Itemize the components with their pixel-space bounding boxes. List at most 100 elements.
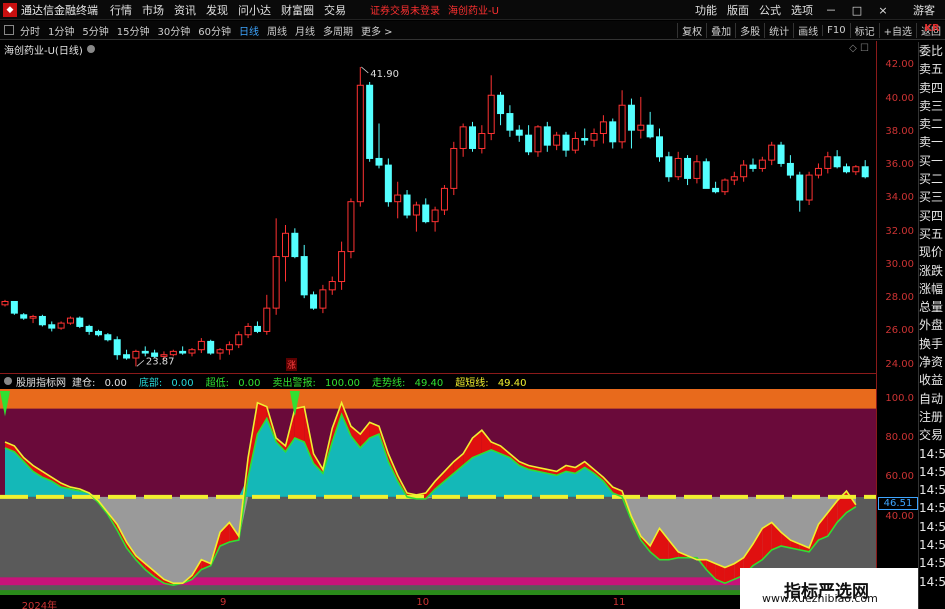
candle-body	[515, 129, 523, 136]
candle-body	[272, 256, 280, 309]
candle-body	[684, 157, 692, 179]
candle-body	[76, 317, 84, 327]
indicator-tick: 40.00	[885, 510, 914, 522]
menu-item-wealth[interactable]: 财富圈	[281, 2, 314, 18]
period-daily[interactable]: 日线	[239, 23, 259, 38]
side-panel-item: 卖一	[919, 135, 944, 150]
menu-item-layout[interactable]: 版面	[727, 2, 749, 18]
candle-body	[656, 136, 663, 158]
app-title: 通达信金融终端	[21, 3, 98, 17]
indicator-header: 股朋指标网 建仓: 0.00 底部: 0.00 超低: 0.00 卖出警报: 1…	[0, 373, 876, 389]
candle-body	[740, 164, 748, 178]
candle-body	[824, 156, 832, 169]
candle-body	[338, 251, 346, 283]
price-scale: 42.00 40.00 38.00 36.00 34.00 32.00 30.0…	[876, 41, 918, 609]
candle-body	[459, 126, 467, 149]
candle-body	[525, 134, 533, 153]
candle-body	[450, 147, 458, 189]
candle-body	[543, 126, 551, 146]
candle-body	[66, 317, 74, 324]
menu-item-quotes[interactable]: 行情	[110, 2, 132, 18]
menu-item-news[interactable]: 资讯	[174, 2, 196, 18]
tool-overlay[interactable]: 叠加	[706, 23, 735, 38]
price-tick: 32.00	[885, 225, 914, 237]
period-weekly[interactable]: 周线	[267, 23, 287, 38]
candle-body	[730, 176, 738, 181]
period-intraday[interactable]: 分时	[20, 23, 40, 38]
side-panel-item: 委比	[919, 44, 944, 58]
candle-body	[571, 137, 579, 151]
candle-body	[328, 281, 336, 291]
candle-body	[712, 187, 720, 193]
tool-multi-stock[interactable]: 多股	[735, 23, 764, 38]
indicator-name[interactable]: 股朋指标网	[16, 374, 66, 389]
side-panel-item: 14:56	[919, 501, 945, 516]
menu-item-function[interactable]: 功能	[695, 2, 717, 18]
period-toolbar: 分时 1分钟 5分钟 15分钟 30分钟 60分钟 日线 周线 月线 多周期 更…	[0, 21, 945, 40]
stock-dropdown-icon[interactable]	[86, 45, 95, 53]
candle-body	[291, 232, 299, 258]
price-tick: 38.00	[885, 125, 914, 137]
period-monthly[interactable]: 月线	[295, 23, 315, 38]
tool-stats[interactable]: 统计	[764, 23, 793, 38]
candle-body	[646, 124, 654, 138]
tool-add-watchlist[interactable]: +自选	[878, 23, 916, 38]
candle-body	[300, 256, 308, 296]
date-label: 10	[416, 597, 430, 608]
panel-toggle-icon[interactable]	[4, 25, 14, 35]
candle-body	[599, 121, 607, 135]
menu-item-ask[interactable]: 问小达	[238, 2, 271, 18]
price-tick: 26.00	[885, 325, 914, 337]
period-1min[interactable]: 1分钟	[48, 23, 74, 38]
close-button[interactable]: ×	[875, 4, 891, 17]
candle-body	[749, 164, 757, 169]
side-panel-item: 涨幅	[919, 281, 944, 296]
guest-login[interactable]: 游客	[913, 2, 935, 18]
period-15min[interactable]: 15分钟	[117, 23, 150, 38]
candle-body	[637, 124, 645, 131]
candle-body	[534, 126, 542, 153]
watermark-url: www.xuezhibiao.com	[762, 592, 878, 605]
side-panel-item: 买二	[919, 172, 944, 187]
minimize-button[interactable]: －	[823, 2, 839, 18]
candle-body	[796, 174, 804, 201]
maximize-button[interactable]: □	[849, 4, 865, 17]
candle-body	[693, 161, 701, 179]
period-30min[interactable]: 30分钟	[157, 23, 190, 38]
side-panel-item: 14:56	[919, 556, 945, 571]
period-60min[interactable]: 60分钟	[198, 23, 231, 38]
side-panel-item: 卖四	[919, 80, 944, 95]
period-5min[interactable]: 5分钟	[82, 23, 108, 38]
candle-body	[843, 166, 850, 173]
indicator-tick: 100.0	[885, 392, 914, 404]
tool-f10[interactable]: F10	[822, 25, 849, 36]
indicator-field-short: 超短线: 49.40	[455, 377, 527, 389]
candle-body	[141, 350, 149, 354]
indicator-field-sell-alert: 卖出警报: 100.00	[272, 377, 361, 389]
candle-body	[169, 350, 177, 356]
indicator-chart[interactable]	[0, 389, 876, 595]
menu-item-market[interactable]: 市场	[142, 2, 164, 18]
indicator-dropdown-icon[interactable]	[4, 377, 12, 385]
side-panel-item: 买四	[919, 208, 944, 223]
candle-body	[20, 314, 28, 319]
menu-item-options[interactable]: 选项	[791, 2, 813, 18]
period-more[interactable]: 更多 >	[361, 23, 393, 38]
tool-draw[interactable]: 画线	[793, 23, 822, 38]
tool-mark[interactable]: 标记	[849, 23, 879, 38]
kr-label[interactable]: KR	[919, 23, 945, 34]
candle-body	[347, 201, 355, 253]
indicator-tick: 60.00	[885, 471, 914, 483]
tool-adjust[interactable]: 复权	[677, 23, 706, 38]
candle-body	[225, 344, 233, 351]
chart-option-icons[interactable]: ◇ ☐	[849, 43, 869, 54]
candle-body	[487, 94, 495, 135]
menu-item-formula[interactable]: 公式	[759, 2, 781, 18]
candlestick-chart[interactable]: 41.90 23.87	[0, 57, 876, 373]
menu-item-trade[interactable]: 交易	[324, 2, 346, 18]
candle-body	[814, 167, 822, 176]
period-multi[interactable]: 多周期	[323, 23, 353, 38]
login-status[interactable]: 证券交易未登录	[370, 2, 440, 17]
menu-item-discover[interactable]: 发现	[206, 2, 228, 18]
side-panel-item: 14:56	[919, 574, 945, 589]
